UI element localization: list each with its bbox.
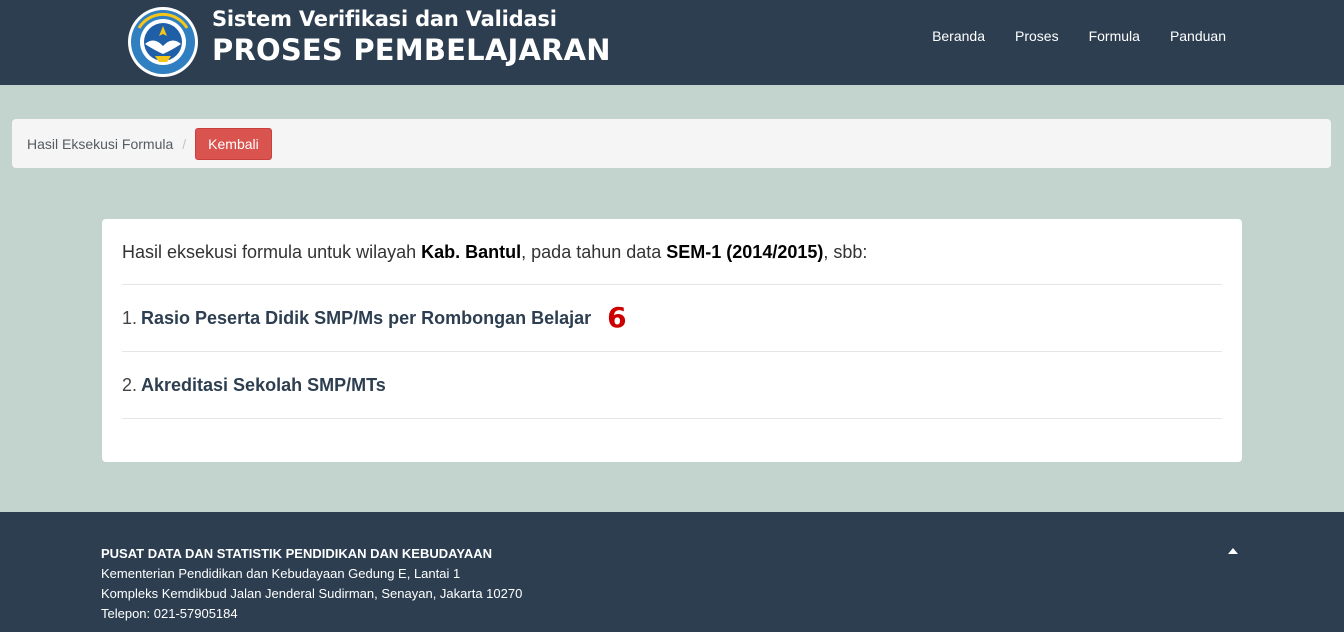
tut-wuri-handayani-logo[interactable] <box>127 6 199 78</box>
footer-org-name: PUSAT DATA DAN STATISTIK PENDIDIKAN DAN … <box>101 546 492 561</box>
result-item-value: 6 <box>607 301 627 334</box>
footer-address-line2: Kompleks Kemdikbud Jalan Jenderal Sudirm… <box>101 586 523 601</box>
result-item: 1. Rasio Peserta Didik SMP/Ms per Rombon… <box>122 285 1222 352</box>
region-name: Kab. Bantul <box>421 242 522 262</box>
result-item-title: Akreditasi Sekolah SMP/MTs <box>141 374 386 395</box>
site-title: Sistem Verifikasi dan Validasi PROSES PE… <box>212 9 611 65</box>
site-title-line1: Sistem Verifikasi dan Validasi <box>212 7 557 31</box>
result-item: 2. Akreditasi Sekolah SMP/MTs <box>122 352 1222 419</box>
data-period: SEM-1 (2014/2015) <box>666 242 824 262</box>
main-nav: Beranda Proses Formula Panduan <box>902 28 1226 44</box>
back-button[interactable]: Kembali <box>195 127 272 160</box>
site-footer: PUSAT DATA DAN STATISTIK PENDIDIKAN DAN … <box>0 512 1344 632</box>
result-panel: Hasil eksekusi formula untuk wilayah Kab… <box>102 219 1242 462</box>
intro-suffix: , sbb: <box>823 242 868 262</box>
site-header: Sistem Verifikasi dan Validasi PROSES PE… <box>0 0 1344 85</box>
result-item-number: 1. <box>122 307 138 328</box>
intro-prefix: Hasil eksekusi formula untuk wilayah <box>122 242 422 262</box>
footer-info: PUSAT DATA DAN STATISTIK PENDIDIKAN DAN … <box>101 544 522 624</box>
breadcrumb: Hasil Eksekusi Formula / Kembali <box>12 119 1331 168</box>
breadcrumb-hasil-eksekusi[interactable]: Hasil Eksekusi Formula <box>27 136 173 152</box>
nav-beranda[interactable]: Beranda <box>932 28 985 44</box>
result-item-title: Rasio Peserta Didik SMP/Ms per Rombongan… <box>141 307 592 328</box>
nav-proses[interactable]: Proses <box>1015 28 1059 44</box>
breadcrumb-separator: / <box>182 135 187 152</box>
nav-formula[interactable]: Formula <box>1089 28 1140 44</box>
nav-panduan[interactable]: Panduan <box>1170 28 1226 44</box>
footer-address-line1: Kementerian Pendidikan dan Kebudayaan Ge… <box>101 566 461 581</box>
intro-middle: , pada tahun data <box>521 242 667 262</box>
result-intro: Hasil eksekusi formula untuk wilayah Kab… <box>122 219 1222 285</box>
result-item-number: 2. <box>122 374 138 395</box>
site-title-line2: PROSES PEMBELAJARAN <box>212 33 611 67</box>
footer-phone: Telepon: 021-57905184 <box>101 606 238 621</box>
caret-up-icon[interactable] <box>1228 548 1238 554</box>
